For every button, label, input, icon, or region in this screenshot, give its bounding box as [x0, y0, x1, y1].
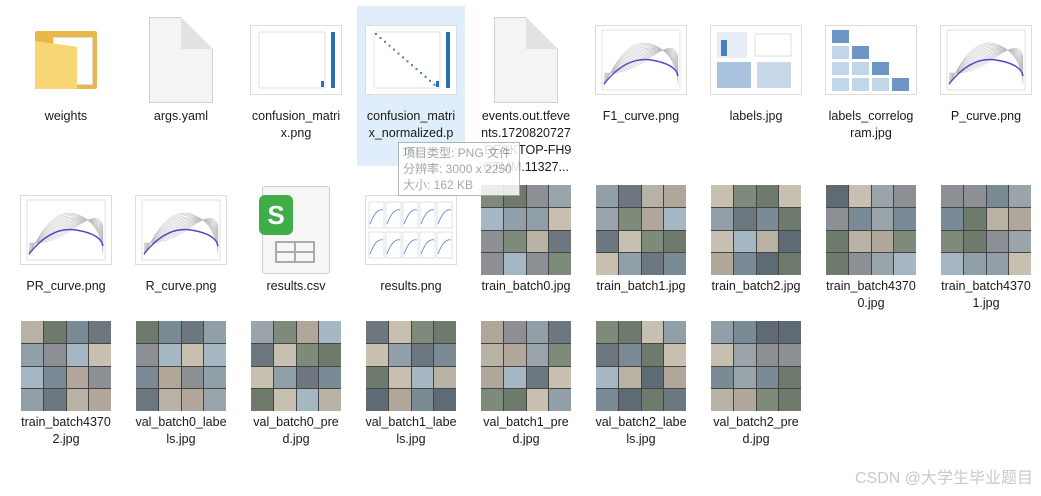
- file-item[interactable]: train_batch4370 2.jpg: [12, 312, 120, 472]
- file-tooltip: 项目类型: PNG 文件 分辨率: 3000 x 2250 大小: 162 KB: [398, 142, 520, 196]
- tooltip-size: 大小: 162 KB: [403, 178, 474, 192]
- file-name-label: results.png: [380, 279, 442, 293]
- file-name-label: train_batch4370 0.jpg: [826, 279, 916, 310]
- file-item[interactable]: val_batch1_pre d.jpg: [472, 312, 580, 472]
- watermark: CSDN @大学生毕业题目: [854, 470, 1033, 487]
- file-name-label: F1_curve.png: [602, 109, 680, 123]
- file-name-label: val_batch1_pre d.jpg: [483, 415, 569, 446]
- file-name-label: val_batch0_pre d.jpg: [253, 415, 339, 446]
- file-name-label: val_batch1_labe ls.jpg: [365, 415, 457, 446]
- file-name-label: R_curve.png: [145, 279, 217, 293]
- file-name-label: results.csv: [266, 279, 326, 293]
- chart-thumbnail: [710, 25, 802, 95]
- spreadsheet-icon: S: [259, 186, 330, 274]
- chart-thumbnail: [365, 195, 457, 265]
- image-thumbnail: [481, 321, 571, 411]
- file-name-label: labels_correlog ram.jpg: [828, 109, 914, 140]
- image-thumbnail: [251, 321, 341, 411]
- file-item[interactable]: val_batch0_labe ls.jpg: [127, 312, 235, 472]
- chart-thumbnail: [135, 195, 227, 265]
- file-item[interactable]: weights: [12, 6, 120, 166]
- image-thumbnail: [941, 185, 1031, 275]
- image-thumbnail: [21, 321, 111, 411]
- file-name-label: P_curve.png: [950, 109, 1022, 123]
- file-item[interactable]: val_batch0_pre d.jpg: [242, 312, 350, 472]
- file-name-label: confusion_matri x.png: [251, 109, 341, 140]
- file-item[interactable]: val_batch2_pre d.jpg: [702, 312, 810, 472]
- chart-thumbnail: [365, 25, 457, 95]
- file-name-label: train_batch4370 2.jpg: [21, 415, 111, 446]
- file-name-label: args.yaml: [153, 109, 209, 123]
- tooltip-resolution: 分辨率: 3000 x 2250: [403, 162, 512, 176]
- file-name-label: train_batch4370 1.jpg: [941, 279, 1031, 310]
- file-item[interactable]: val_batch1_labe ls.jpg: [357, 312, 465, 472]
- file-name-label: train_batch0.jpg: [481, 279, 571, 293]
- image-thumbnail: [826, 185, 916, 275]
- file-name-label: val_batch2_labe ls.jpg: [595, 415, 687, 446]
- file-name-label: val_batch2_pre d.jpg: [713, 415, 799, 446]
- file-item[interactable]: val_batch2_labe ls.jpg: [587, 312, 695, 472]
- image-thumbnail: [596, 321, 686, 411]
- chart-thumbnail: [825, 25, 917, 95]
- folder-icon: [35, 31, 97, 89]
- file-name-label: weights: [44, 109, 88, 123]
- chart-thumbnail: [940, 25, 1032, 95]
- file-item[interactable]: labels_correlog ram.jpg: [817, 6, 925, 166]
- document-icon: [494, 17, 558, 103]
- file-item[interactable]: F1_curve.png: [587, 6, 695, 166]
- image-thumbnail: [596, 185, 686, 275]
- file-item[interactable]: train_batch4370 1.jpg: [932, 176, 1040, 336]
- file-name-label: train_batch2.jpg: [711, 279, 801, 293]
- tooltip-type: 项目类型: PNG 文件: [403, 146, 512, 160]
- image-thumbnail: [711, 185, 801, 275]
- chart-thumbnail: [20, 195, 112, 265]
- file-item[interactable]: labels.jpg: [702, 6, 810, 166]
- file-name-label: PR_curve.png: [26, 279, 106, 293]
- image-thumbnail: [711, 321, 801, 411]
- file-item[interactable]: P_curve.png: [932, 6, 1040, 166]
- file-item[interactable]: confusion_matri x.png: [242, 6, 350, 166]
- chart-thumbnail: [595, 25, 687, 95]
- image-thumbnail: [366, 321, 456, 411]
- image-thumbnail: [481, 185, 571, 275]
- document-icon: [149, 17, 213, 103]
- file-name-label: val_batch0_labe ls.jpg: [135, 415, 227, 446]
- file-name-label: train_batch1.jpg: [596, 279, 686, 293]
- file-item[interactable]: args.yaml: [127, 6, 235, 166]
- file-item[interactable]: train_batch4370 0.jpg: [817, 176, 925, 336]
- chart-thumbnail: [250, 25, 342, 95]
- image-thumbnail: [136, 321, 226, 411]
- file-name-label: labels.jpg: [729, 109, 783, 123]
